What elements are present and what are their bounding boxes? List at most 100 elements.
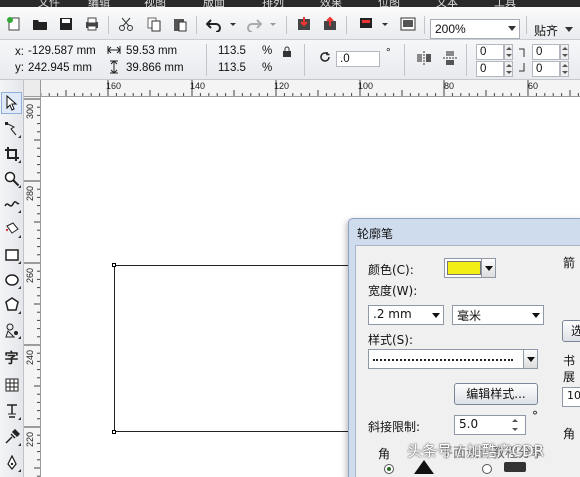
selection-handle[interactable] [112, 263, 116, 267]
menu-view[interactable]: 视图 [144, 0, 166, 7]
menu-bitmaps[interactable]: 位图 [378, 0, 400, 7]
selection-handle[interactable] [112, 430, 116, 434]
toolbar-separator [526, 16, 527, 34]
freehand-tool-icon[interactable] [1, 193, 22, 215]
pick-tool-icon[interactable] [1, 92, 22, 114]
height-arrows-icon [106, 60, 122, 74]
polygon-tool-icon[interactable] [1, 294, 22, 316]
menu-bar: 文件 编辑 视图 版面 排列 效果 位图 文本 工具 [0, 0, 580, 7]
ruler-origin[interactable] [24, 80, 41, 97]
text-tool-icon[interactable]: 字 [1, 347, 22, 369]
undo-dropdown-icon[interactable] [228, 14, 238, 34]
outline-pen-tool-icon[interactable] [1, 452, 22, 474]
rotation-angle-field[interactable]: .0 [336, 51, 380, 67]
menu-tools[interactable]: 工具 [494, 0, 516, 7]
import-icon[interactable] [294, 14, 314, 34]
paste-icon[interactable] [170, 14, 190, 34]
chevron-down-icon[interactable] [565, 27, 573, 32]
horizontal-ruler[interactable]: 160 140 120 100 80 60 [24, 80, 580, 97]
table-tool-icon[interactable] [1, 374, 22, 396]
zoom-level-select[interactable]: 200% [430, 19, 520, 39]
save-icon[interactable] [56, 14, 76, 34]
outline-width-select[interactable]: .2 mm [368, 305, 444, 325]
application-launcher-icon[interactable] [356, 14, 376, 34]
angle-label: 角 [563, 427, 576, 441]
flyout-corner-icon [18, 261, 21, 264]
corner-br-spinner[interactable] [560, 61, 569, 77]
line-style-select[interactable] [368, 349, 538, 369]
corner-radius-top-left[interactable]: 0 [476, 44, 504, 60]
cut-icon[interactable] [116, 14, 136, 34]
chevron-down-icon [508, 26, 516, 31]
corner-tr-spinner[interactable] [560, 44, 569, 60]
menu-arrange[interactable]: 排列 [262, 0, 284, 7]
export-icon[interactable] [320, 14, 340, 34]
redo-icon[interactable] [244, 14, 264, 34]
x-position-field[interactable]: -129.587 mm [28, 45, 96, 57]
coreldraw-window: 文件 编辑 视图 版面 排列 效果 位图 文本 工具 200% 贴齐 x: -1… [0, 0, 580, 477]
chevron-down-icon [523, 350, 537, 368]
corner-radius-top-left-value: 0 [480, 46, 487, 58]
parallel-dimension-tool-icon[interactable] [1, 400, 22, 422]
options-button[interactable]: 选 [562, 320, 580, 342]
menu-edit[interactable]: 编辑 [88, 0, 110, 7]
zoom-tool-icon[interactable] [1, 168, 22, 190]
menu-file[interactable]: 文件 [38, 0, 60, 7]
menu-effects[interactable]: 效果 [320, 0, 342, 7]
new-document-icon[interactable] [4, 14, 24, 34]
snap-to-label[interactable]: 贴齐 [534, 22, 558, 39]
scale-y-field[interactable]: 113.5 [218, 62, 246, 74]
flyout-corner-icon [18, 235, 21, 238]
vertical-ruler[interactable]: 300 280 260 240 220 [24, 97, 41, 477]
color-swatch [447, 261, 481, 275]
cap-option-radio[interactable] [482, 464, 492, 474]
basic-shapes-tool-icon[interactable] [1, 319, 22, 341]
smart-fill-tool-icon[interactable] [1, 218, 22, 240]
menu-text[interactable]: 文本 [436, 0, 458, 7]
undo-icon[interactable] [204, 14, 224, 34]
corner-radius-top-right[interactable]: 0 [532, 44, 560, 60]
corner-radius-top-right-value: 0 [536, 46, 543, 58]
y-position-field[interactable]: 242.945 mm [28, 62, 92, 74]
flyout-corner-icon [18, 185, 21, 188]
corner-radius-bottom-left[interactable]: 0 [476, 61, 504, 77]
print-icon[interactable] [82, 14, 102, 34]
open-folder-icon[interactable] [30, 14, 50, 34]
corner-radius-bottom-right[interactable]: 0 [532, 61, 560, 77]
menu-layout[interactable]: 版面 [203, 0, 225, 7]
corner-lock-icon[interactable] [516, 46, 528, 74]
miter-limit-spinner[interactable] [511, 417, 520, 433]
object-width-field[interactable]: 59.53 mm [126, 45, 177, 57]
mirror-horizontal-icon[interactable] [414, 49, 434, 67]
corner-option-radio[interactable] [384, 464, 394, 474]
shape-tool-icon[interactable] [1, 118, 22, 140]
flyout-corner-icon [18, 135, 21, 138]
toolbar-separator [108, 16, 109, 34]
toolbar-separator [196, 16, 197, 34]
object-height-field[interactable]: 39.866 mm [126, 62, 184, 74]
scale-x-percent: % [262, 45, 273, 57]
width-unit-select[interactable]: 毫米 [452, 305, 544, 325]
copy-icon[interactable] [144, 14, 164, 34]
flyout-corner-icon [18, 311, 21, 314]
ruler-tick-label: 120 [274, 81, 290, 91]
crop-tool-icon[interactable] [1, 143, 22, 165]
chevron-down-icon [429, 306, 443, 324]
ellipse-tool-icon[interactable] [1, 269, 22, 291]
welcome-screen-icon[interactable] [398, 14, 418, 34]
eyedropper-tool-icon[interactable] [1, 426, 22, 448]
lock-ratio-icon[interactable] [280, 45, 294, 59]
corner-bl-spinner[interactable] [504, 61, 513, 77]
stretch-field[interactable]: 10 [562, 387, 580, 407]
rectangle-tool-icon[interactable] [1, 244, 22, 266]
miter-limit-label: 斜接限制: [368, 420, 421, 434]
edit-style-button[interactable]: 编辑样式... [454, 383, 538, 405]
scale-x-field[interactable]: 113.5 [218, 45, 246, 57]
dialog-title: 轮廓笔 [357, 227, 394, 241]
launcher-dropdown-icon[interactable] [380, 14, 390, 34]
redo-dropdown-icon[interactable] [268, 14, 278, 34]
outline-color-picker[interactable] [444, 258, 496, 278]
miter-limit-field[interactable]: 5.0 [454, 415, 526, 435]
corner-tl-spinner[interactable] [504, 44, 513, 60]
mirror-vertical-icon[interactable] [440, 49, 460, 67]
